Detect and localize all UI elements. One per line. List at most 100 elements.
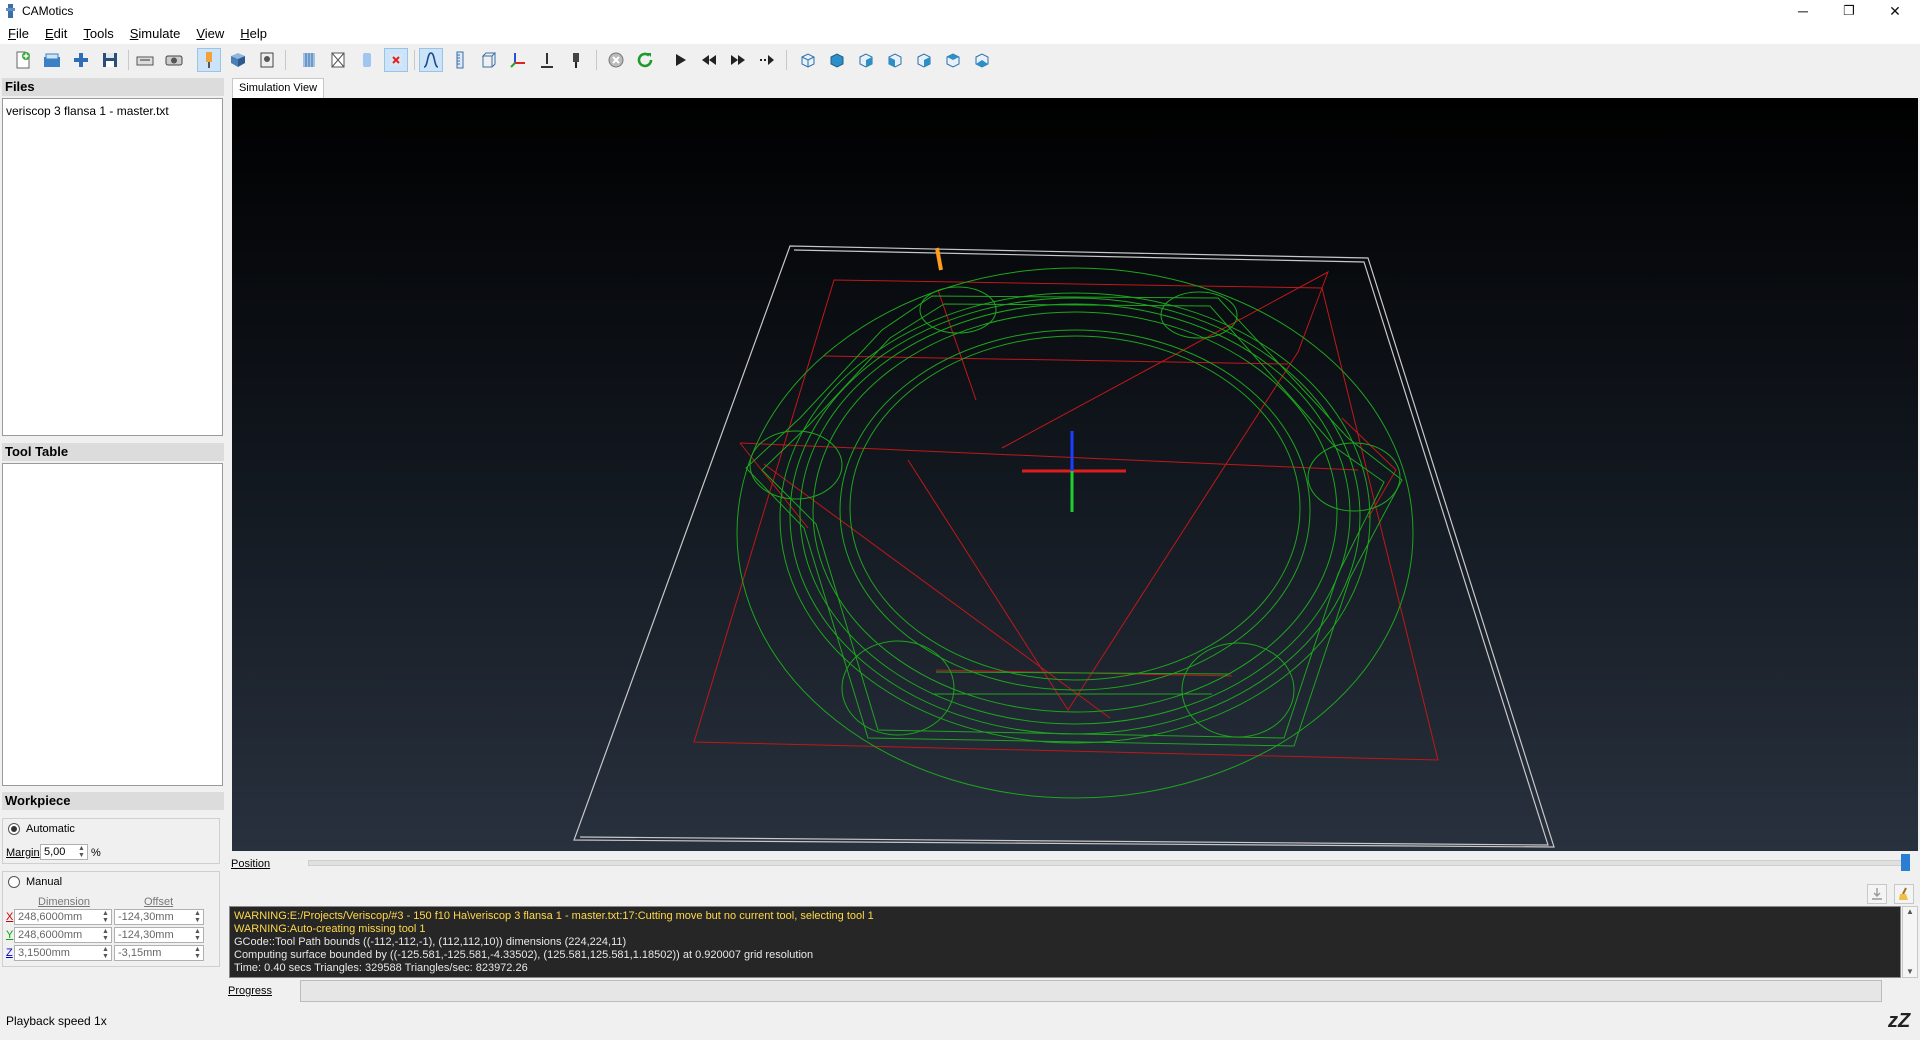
view-tool-button[interactable] bbox=[197, 48, 221, 72]
spin-arrows-icon[interactable]: ▲ ▼ bbox=[193, 910, 202, 924]
view-machine-button[interactable] bbox=[256, 49, 278, 71]
y-dimension-spinbox[interactable]: 248,6000mm ▲ ▼ bbox=[14, 927, 112, 943]
menu-edit[interactable]: Edit bbox=[37, 26, 75, 41]
tool-table-list[interactable] bbox=[2, 463, 223, 786]
minimize-button[interactable]: ─ bbox=[1780, 0, 1826, 22]
y-offset-value: -124,30mm bbox=[118, 929, 174, 941]
cube-top-icon bbox=[946, 53, 960, 68]
fast-forward-button[interactable] bbox=[727, 49, 749, 71]
menu-simulate[interactable]: Simulate bbox=[122, 26, 189, 41]
simulation-viewport[interactable] bbox=[232, 98, 1918, 851]
console-save-button[interactable] bbox=[1867, 884, 1887, 904]
progress-bar bbox=[300, 980, 1882, 1002]
toolpath-view-button[interactable] bbox=[298, 49, 320, 71]
menu-view[interactable]: View bbox=[188, 26, 232, 41]
new-project-button[interactable] bbox=[12, 49, 34, 71]
position-slider[interactable] bbox=[308, 860, 1910, 866]
file-list-item[interactable]: veriscop 3 flansa 1 - master.txt bbox=[6, 104, 169, 118]
hide-surface-button[interactable] bbox=[384, 48, 408, 72]
spin-arrows-icon[interactable]: ▲ ▼ bbox=[193, 928, 202, 942]
x-axis-label: X bbox=[6, 911, 14, 923]
workpiece-icon bbox=[231, 53, 245, 67]
spindle-icon bbox=[541, 53, 553, 68]
title-bar: CAMotics ─ ❐ ✕ bbox=[0, 0, 1920, 22]
view-front-button[interactable] bbox=[826, 49, 848, 71]
view-right-button[interactable] bbox=[913, 49, 935, 71]
spin-arrows-icon[interactable]: ▲ ▼ bbox=[101, 946, 110, 960]
view-bottom-button[interactable] bbox=[971, 49, 993, 71]
cylinder-icon bbox=[363, 53, 371, 67]
open-project-button[interactable] bbox=[41, 49, 63, 71]
scroll-up-icon[interactable]: ▲ bbox=[1903, 907, 1917, 916]
manual-radio[interactable] bbox=[8, 876, 20, 888]
view-iso-button[interactable] bbox=[797, 49, 819, 71]
margin-spinbox[interactable]: 5,00 ▲ ▼ bbox=[40, 844, 88, 860]
surface-view-button[interactable] bbox=[327, 49, 349, 71]
snapshot-button[interactable] bbox=[163, 49, 185, 71]
export-button[interactable] bbox=[134, 49, 156, 71]
show-bbox-button[interactable] bbox=[449, 49, 471, 71]
x-dimension-value: 248,6000mm bbox=[18, 911, 83, 923]
menu-bar: File Edit Tools Simulate View Help bbox=[0, 22, 1920, 44]
z-dimension-value: 3,1500mm bbox=[18, 947, 70, 959]
message-console[interactable]: WARNING:E:/Projects/Veriscop/#3 - 150 f1… bbox=[229, 906, 1901, 978]
cube-front-icon bbox=[830, 53, 844, 68]
save-disk-icon bbox=[103, 53, 117, 67]
close-button[interactable]: ✕ bbox=[1872, 0, 1918, 22]
view-top-button[interactable] bbox=[942, 49, 964, 71]
z-axis-label: Z bbox=[6, 947, 13, 959]
view-back-button[interactable] bbox=[855, 49, 877, 71]
bounds-view-button[interactable] bbox=[356, 49, 378, 71]
cube-left-icon bbox=[888, 53, 902, 68]
add-file-button[interactable] bbox=[70, 49, 92, 71]
manual-label: Manual bbox=[26, 876, 63, 888]
download-icon bbox=[1872, 888, 1882, 900]
position-slider-handle[interactable] bbox=[1901, 854, 1910, 871]
stop-button[interactable] bbox=[605, 49, 627, 71]
x-dimension-spinbox[interactable]: 248,6000mm ▲ ▼ bbox=[14, 909, 112, 925]
rewind-button[interactable] bbox=[698, 49, 720, 71]
view-workpiece-button[interactable] bbox=[227, 49, 249, 71]
console-scrollbar[interactable]: ▲ ▼ bbox=[1902, 906, 1918, 978]
rerun-button[interactable] bbox=[634, 49, 656, 71]
broom-icon bbox=[1899, 887, 1908, 900]
rapid-moves bbox=[693, 270, 1439, 761]
show-tool-button[interactable] bbox=[536, 49, 558, 71]
files-list[interactable] bbox=[2, 98, 223, 436]
cube-iso-icon bbox=[801, 53, 815, 68]
y-offset-spinbox[interactable]: -124,30mm ▲ ▼ bbox=[114, 927, 204, 943]
stop-icon bbox=[608, 52, 624, 68]
y-axis-label: Y bbox=[6, 929, 14, 941]
spin-arrows-icon[interactable]: ▲ ▼ bbox=[77, 845, 86, 859]
menu-tools[interactable]: Tools bbox=[75, 26, 121, 41]
save-button[interactable] bbox=[99, 49, 121, 71]
show-machine-button[interactable] bbox=[565, 49, 587, 71]
status-playback-speed: Playback speed 1x bbox=[6, 1014, 107, 1028]
rewind-icon bbox=[702, 55, 716, 65]
console-clear-button[interactable] bbox=[1894, 884, 1914, 904]
export-icon bbox=[136, 56, 154, 66]
scroll-down-icon[interactable]: ▼ bbox=[1903, 967, 1917, 976]
menu-file[interactable]: File bbox=[0, 26, 37, 41]
show-workpiece-bounds-button[interactable] bbox=[478, 49, 500, 71]
margin-unit: % bbox=[91, 847, 101, 859]
x-offset-spinbox[interactable]: -124,30mm ▲ ▼ bbox=[114, 909, 204, 925]
show-toolpath-button[interactable] bbox=[419, 48, 443, 72]
spin-arrows-icon[interactable]: ▲ ▼ bbox=[101, 910, 110, 924]
restore-button[interactable]: ❐ bbox=[1826, 0, 1872, 22]
cube-outline-icon bbox=[481, 52, 497, 68]
step-forward-button[interactable] bbox=[756, 49, 778, 71]
spin-arrows-icon[interactable]: ▲ ▼ bbox=[101, 928, 110, 942]
menu-help[interactable]: Help bbox=[232, 26, 275, 41]
offset-header: Offset bbox=[144, 896, 174, 908]
tab-simulation-view[interactable]: Simulation View bbox=[232, 78, 324, 98]
axes-icon bbox=[510, 53, 525, 68]
z-offset-spinbox[interactable]: -3,15mm ▲ ▼ bbox=[114, 945, 204, 961]
spin-arrows-icon[interactable]: ▲ ▼ bbox=[193, 946, 202, 960]
automatic-radio[interactable] bbox=[8, 823, 20, 835]
play-button[interactable] bbox=[669, 49, 691, 71]
view-left-button[interactable] bbox=[884, 49, 906, 71]
z-dimension-spinbox[interactable]: 3,1500mm ▲ ▼ bbox=[14, 945, 112, 961]
show-axes-button[interactable] bbox=[507, 49, 529, 71]
play-icon bbox=[676, 54, 686, 66]
